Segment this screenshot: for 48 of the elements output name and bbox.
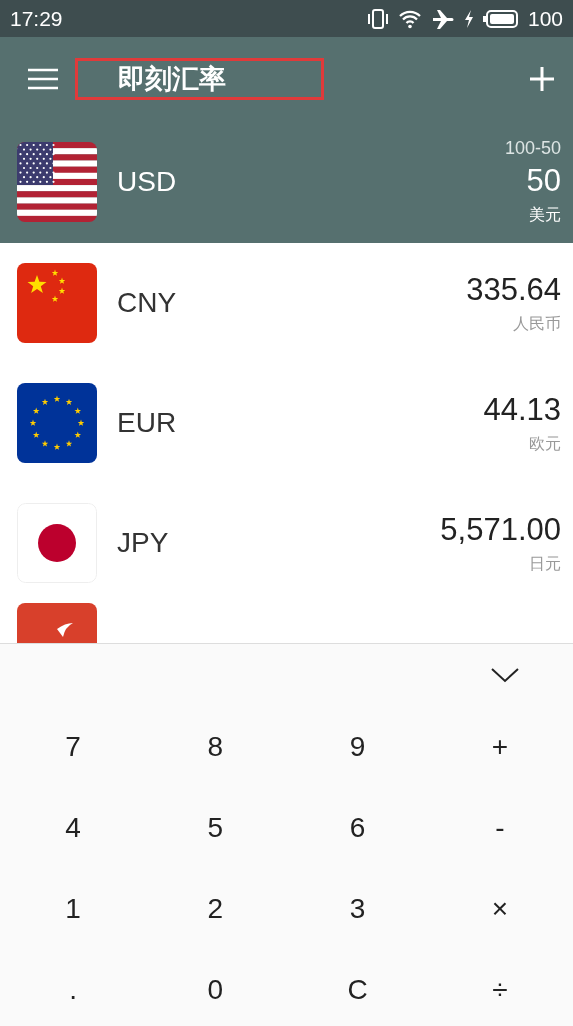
keypad-key[interactable]: + bbox=[473, 722, 527, 771]
flag-icon bbox=[17, 263, 97, 343]
flag-icon bbox=[17, 383, 97, 463]
currency-row[interactable]: JPY 5,571.00 日元 bbox=[0, 483, 573, 603]
amount-value: 44.13 bbox=[483, 391, 561, 428]
keypad-key[interactable]: 3 bbox=[331, 884, 384, 933]
flag-icon bbox=[17, 141, 97, 222]
keypad-key[interactable]: 1 bbox=[47, 884, 99, 933]
keypad-key[interactable]: ÷ bbox=[474, 965, 526, 1014]
flag-icon bbox=[17, 503, 97, 583]
battery-level: 100 bbox=[527, 6, 563, 31]
currency-row[interactable]: EUR 44.13 欧元 bbox=[0, 363, 573, 483]
charging-icon bbox=[463, 9, 474, 28]
airplane-icon bbox=[430, 8, 455, 29]
currency-name: 美元 bbox=[529, 204, 561, 225]
currency-row[interactable]: CNY 335.64 人民币 bbox=[0, 243, 573, 363]
app-title: 即刻汇率 bbox=[75, 57, 324, 100]
base-currency-row[interactable]: USD 100-50 50 美元 bbox=[0, 120, 573, 243]
amount-value: 5,571.00 bbox=[440, 511, 561, 548]
currency-code: JPY bbox=[117, 527, 169, 559]
keypad-key[interactable]: 0 bbox=[189, 965, 242, 1014]
amount-value: 335.64 bbox=[466, 271, 561, 308]
keypad-key[interactable]: 8 bbox=[189, 722, 242, 771]
wifi-icon bbox=[397, 8, 422, 29]
vibrate-icon bbox=[366, 8, 389, 29]
expression-text: 100-50 bbox=[504, 137, 561, 159]
keypad-key[interactable]: 6 bbox=[331, 803, 384, 852]
currency-name: 人民币 bbox=[513, 313, 561, 334]
keypad-key[interactable]: C bbox=[329, 965, 386, 1014]
currency-code: CNY bbox=[117, 287, 177, 319]
currency-code: EUR bbox=[117, 407, 177, 439]
keypad-key[interactable]: 5 bbox=[189, 803, 242, 852]
chevron-down-icon[interactable] bbox=[490, 667, 520, 683]
battery-icon bbox=[482, 8, 519, 29]
amount-value: 50 bbox=[526, 162, 561, 199]
keypad-key[interactable]: - bbox=[477, 803, 523, 852]
keypad-key[interactable]: . bbox=[51, 965, 95, 1014]
add-icon[interactable] bbox=[529, 65, 555, 92]
keypad-key[interactable]: 9 bbox=[331, 722, 384, 771]
currency-code: USD bbox=[117, 165, 177, 198]
clock-time: 17:29 bbox=[10, 6, 63, 31]
keypad-key[interactable]: 4 bbox=[47, 803, 99, 852]
currency-name: 欧元 bbox=[529, 433, 561, 454]
menu-icon[interactable] bbox=[27, 66, 59, 91]
keypad-key[interactable]: 2 bbox=[189, 884, 242, 933]
keypad-key[interactable]: × bbox=[473, 884, 527, 933]
keypad-key[interactable]: 7 bbox=[47, 722, 99, 771]
currency-name: 日元 bbox=[529, 553, 561, 574]
